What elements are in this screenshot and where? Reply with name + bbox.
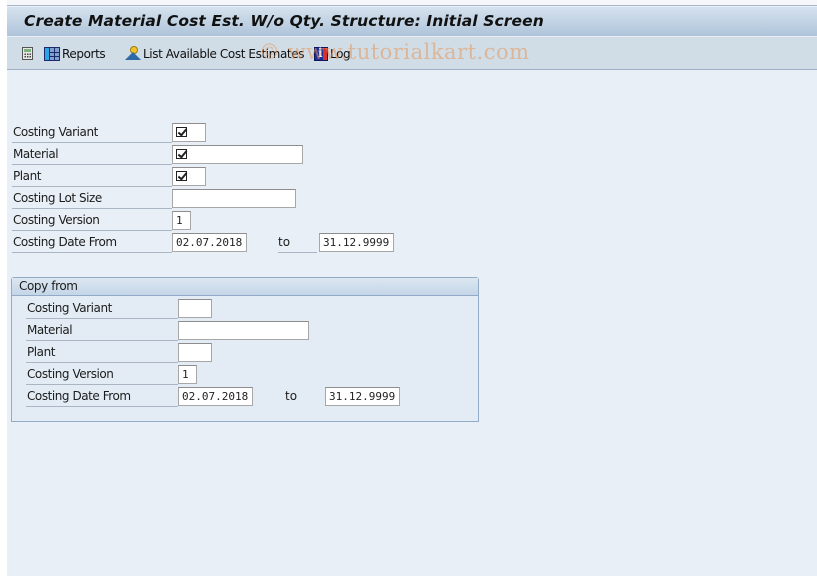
list-cost-estimates-button[interactable]: List Available Cost Estimates <box>125 45 304 62</box>
costing-date-to-input[interactable]: 31.12.9999 <box>319 233 394 252</box>
costing-date-from-input[interactable]: 02.07.2018 <box>172 233 247 252</box>
calculator-button[interactable] <box>22 45 35 62</box>
reports-grid-icon <box>44 46 60 61</box>
sap-window: Create Material Cost Est. W/o Qty. Struc… <box>7 0 817 576</box>
copy-costing-date-to-input[interactable]: 31.12.9999 <box>325 387 400 406</box>
copy-material-input[interactable] <box>178 321 309 340</box>
copy-costing-date-from-label: Costing Date From <box>26 386 178 407</box>
copy-costing-version-label: Costing Version <box>26 364 178 385</box>
top-strip <box>7 0 817 6</box>
costing-date-to-label: to <box>278 232 317 253</box>
material-label: Material <box>12 144 172 165</box>
copy-costing-variant-label: Costing Variant <box>26 298 178 319</box>
required-check-icon <box>176 149 187 159</box>
material-input[interactable] <box>172 145 303 164</box>
copy-from-header: Copy from <box>12 278 478 296</box>
copy-plant-input[interactable] <box>178 343 212 362</box>
costing-variant-label: Costing Variant <box>12 122 172 143</box>
page-title: Create Material Cost Est. W/o Qty. Struc… <box>24 12 544 30</box>
title-bar: Create Material Cost Est. W/o Qty. Struc… <box>7 7 817 37</box>
reports-button[interactable]: Reports <box>44 45 106 62</box>
log-label: Log <box>330 46 351 61</box>
copy-from-group: Copy from Costing Variant Material Plant… <box>11 277 479 422</box>
copy-plant-label: Plant <box>26 342 178 363</box>
copy-material-label: Material <box>26 320 178 341</box>
copy-costing-date-to-label: to <box>285 389 298 403</box>
copy-from-title: Copy from <box>19 279 78 293</box>
costing-date-from-label: Costing Date From <box>12 232 172 253</box>
plant-label: Plant <box>12 166 172 187</box>
log-info-icon <box>314 46 328 61</box>
list-cost-estimates-label: List Available Cost Estimates <box>143 46 305 61</box>
costing-lot-size-input[interactable] <box>172 189 296 208</box>
reports-label: Reports <box>62 46 106 61</box>
list-estimates-icon <box>125 46 141 61</box>
costing-version-label: Costing Version <box>12 210 172 231</box>
copy-costing-date-from-input[interactable]: 02.07.2018 <box>178 387 253 406</box>
log-button[interactable]: Log <box>314 45 351 62</box>
copy-costing-version-input[interactable]: 1 <box>178 365 197 384</box>
required-check-icon <box>176 171 187 181</box>
required-check-icon <box>176 127 187 137</box>
costing-lot-size-label: Costing Lot Size <box>12 188 172 209</box>
plant-input[interactable] <box>172 167 206 186</box>
costing-version-input[interactable]: 1 <box>172 211 191 230</box>
calculator-icon <box>22 47 33 60</box>
copy-costing-variant-input[interactable] <box>178 299 212 318</box>
costing-variant-input[interactable] <box>172 123 206 142</box>
application-toolbar: Reports List Available Cost Estimates Lo… <box>7 37 817 70</box>
